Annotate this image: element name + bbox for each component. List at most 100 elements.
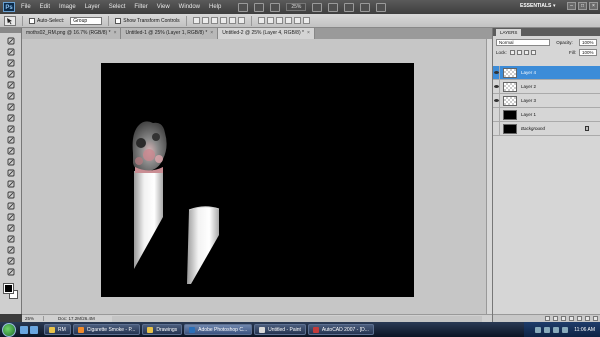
align-top-icon[interactable] — [192, 17, 200, 24]
align-bottom-icon[interactable] — [210, 17, 218, 24]
new-group-icon[interactable] — [577, 316, 582, 321]
move-tool-icon[interactable] — [7, 37, 15, 45]
align-right-icon[interactable] — [237, 17, 245, 24]
healing-brush-tool-icon[interactable] — [7, 103, 15, 111]
minimize-button[interactable]: – — [567, 2, 576, 10]
layer-mask-icon[interactable] — [561, 316, 566, 321]
mini-bridge-icon[interactable] — [254, 2, 265, 12]
arrange-documents-icon[interactable] — [360, 2, 371, 12]
layer-row-background[interactable]: Background — [493, 121, 600, 136]
taskbar-item-paint[interactable]: Untitled - Paint — [254, 324, 306, 335]
tray-volume-icon[interactable] — [544, 326, 551, 333]
lock-position-icon[interactable] — [523, 50, 529, 55]
marquee-tool-icon[interactable] — [7, 48, 15, 56]
taskbar-item-cigarette-smoke[interactable]: Cigarette Smoke - P... — [72, 324, 141, 335]
auto-select-dropdown[interactable]: Group — [70, 16, 103, 25]
hand-tool-icon[interactable] — [7, 257, 15, 265]
eyedropper-tool-icon[interactable] — [7, 92, 15, 100]
menu-help[interactable]: Help — [209, 4, 221, 10]
type-tool-icon[interactable] — [7, 202, 15, 210]
blend-mode-select[interactable]: Normal — [496, 39, 550, 46]
path-select-tool-icon[interactable] — [7, 213, 15, 221]
align-left-icon[interactable] — [219, 17, 227, 24]
view-extras-icon[interactable] — [270, 2, 281, 12]
tray-update-icon[interactable] — [562, 326, 569, 333]
crop-tool-icon[interactable] — [7, 81, 15, 89]
menu-filter[interactable]: Filter — [134, 4, 147, 10]
distribute-right-icon[interactable] — [302, 17, 310, 24]
distribute-left-icon[interactable] — [284, 17, 292, 24]
menu-layer[interactable]: Layer — [85, 4, 100, 10]
tools-panel-header[interactable] — [0, 28, 21, 33]
document-size-info[interactable]: Doc: 17.2M/26.4M — [44, 316, 95, 321]
opacity-field[interactable]: 100% — [578, 39, 597, 46]
visibility-eye-icon[interactable] — [493, 65, 500, 80]
taskbar-item-photoshop[interactable]: Adobe Photoshop C... — [184, 324, 253, 335]
browser-icon[interactable] — [30, 325, 38, 334]
distribute-top-icon[interactable] — [257, 17, 265, 24]
distribute-hcenter-icon[interactable] — [293, 17, 301, 24]
screen-mode-icon[interactable] — [376, 2, 387, 12]
tab-moths02[interactable]: moths02_RM.png @ 16.7% (RGB/8) * × — [22, 28, 122, 39]
taskbar-clock[interactable]: 11:06 AM — [574, 327, 595, 333]
blur-tool-icon[interactable] — [7, 169, 15, 177]
3d-rotate-tool-icon[interactable] — [7, 235, 15, 243]
brush-tool-icon[interactable] — [7, 114, 15, 122]
taskbar-item-autocad[interactable]: AutoCAD 2007 - [D... — [307, 324, 374, 335]
visibility-eye-icon[interactable] — [493, 79, 500, 94]
close-icon[interactable]: × — [307, 30, 310, 36]
zoom-tool-icon[interactable] — [7, 268, 15, 276]
layer-row-layer-3[interactable]: Layer 3 — [493, 93, 600, 108]
pen-tool-icon[interactable] — [7, 191, 15, 199]
gradient-tool-icon[interactable] — [7, 158, 15, 166]
layer-row-layer-4[interactable]: Layer 4 — [493, 65, 600, 80]
tray-network-icon[interactable] — [535, 326, 542, 333]
document-canvas[interactable] — [101, 63, 414, 297]
layer-style-icon[interactable] — [553, 316, 558, 321]
3d-orbit-tool-icon[interactable] — [7, 246, 15, 254]
auto-select-option[interactable]: Auto-Select: — [29, 17, 64, 24]
menu-select[interactable]: Select — [109, 4, 126, 10]
transform-controls-option[interactable]: Show Transform Controls — [115, 17, 180, 24]
tab-layers[interactable]: LAYERS — [496, 29, 522, 36]
close-icon[interactable]: × — [210, 30, 213, 36]
transform-controls-checkbox[interactable] — [115, 17, 122, 24]
start-button[interactable] — [2, 322, 16, 337]
history-brush-tool-icon[interactable] — [7, 136, 15, 144]
layer-row-layer-1[interactable]: Layer 1 — [493, 107, 600, 122]
menu-view[interactable]: View — [157, 4, 170, 10]
menu-window[interactable]: Window — [179, 4, 200, 10]
auto-select-checkbox[interactable] — [29, 17, 35, 24]
visibility-eye-icon[interactable] — [493, 107, 500, 122]
move-tool-preset-icon[interactable] — [4, 15, 16, 26]
menu-image[interactable]: Image — [59, 4, 76, 10]
adjustment-layer-icon[interactable] — [569, 316, 574, 321]
align-vcenter-icon[interactable] — [201, 17, 209, 24]
distribute-bottom-icon[interactable] — [275, 17, 283, 24]
distribute-vcenter-icon[interactable] — [266, 17, 274, 24]
menu-edit[interactable]: Edit — [40, 4, 50, 10]
hand-tool-icon[interactable] — [312, 2, 323, 12]
lock-pixels-icon[interactable] — [516, 50, 522, 55]
tray-security-icon[interactable] — [553, 326, 560, 333]
eraser-tool-icon[interactable] — [7, 147, 15, 155]
align-hcenter-icon[interactable] — [228, 17, 236, 24]
lock-all-icon[interactable] — [530, 50, 536, 55]
lasso-tool-icon[interactable] — [7, 59, 15, 67]
zoom-tool-icon[interactable] — [328, 2, 339, 12]
clone-stamp-tool-icon[interactable] — [7, 125, 15, 133]
trash-icon[interactable] — [593, 316, 598, 321]
visibility-eye-icon[interactable] — [493, 121, 500, 136]
taskbar-item-rm[interactable]: RM — [44, 324, 71, 335]
maximize-button[interactable]: □ — [578, 2, 587, 10]
show-desktop-icon[interactable] — [20, 325, 28, 334]
visibility-eye-icon[interactable] — [493, 93, 500, 108]
tab-untitled-2[interactable]: Untitled-2 @ 25% (Layer 4, RGB/8) * × — [218, 28, 315, 39]
lock-transparency-icon[interactable] — [509, 50, 515, 55]
quick-select-tool-icon[interactable] — [7, 70, 15, 78]
workspace-switcher[interactable]: ESSENTIALS — [520, 3, 551, 9]
zoom-level-select[interactable]: 25% — [286, 3, 307, 11]
link-layers-icon[interactable] — [545, 316, 550, 321]
close-button[interactable]: × — [589, 2, 598, 10]
taskbar-item-drawings[interactable]: Drawings — [142, 324, 183, 335]
